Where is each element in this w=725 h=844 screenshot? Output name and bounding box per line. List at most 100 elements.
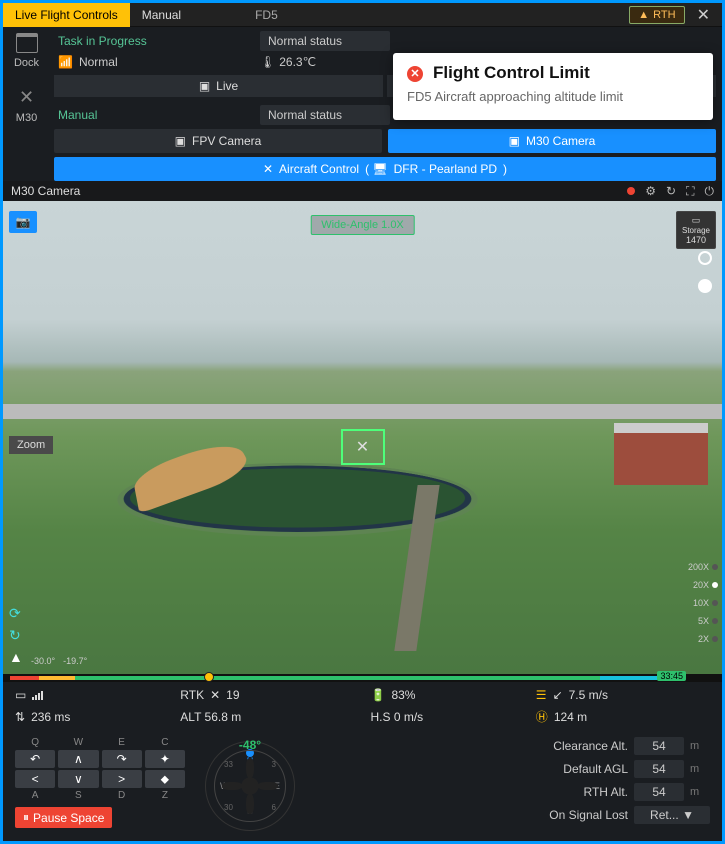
keylbl-d: D — [102, 790, 142, 801]
rtk-satellites: RTK✕19 — [180, 688, 354, 702]
progress-bar[interactable]: 33:45 — [3, 674, 722, 682]
live-label: Live — [216, 79, 238, 93]
fullscreen-icon[interactable]: ⛶ — [686, 184, 694, 199]
key-rotate-right[interactable]: ↷ — [102, 750, 142, 768]
storage-indicator: ▭ Storage 1470 — [676, 211, 716, 249]
pause-label: Pause Space — [33, 811, 104, 825]
video-header: M30 Camera ⚙ ↻ ⛶ ⏻ — [3, 181, 722, 201]
keylbl-c: C — [145, 737, 185, 748]
error-icon: ✕ — [407, 66, 423, 82]
nav-m30[interactable]: ✕ M30 — [16, 87, 37, 124]
home-distance: Ⓗ124 m — [536, 708, 710, 725]
target-reticle — [341, 429, 385, 465]
gimbal-down-icon[interactable]: ↻ — [9, 628, 27, 646]
record-icon[interactable] — [627, 187, 635, 195]
m30-status-pill: Normal status — [260, 105, 390, 125]
zoom-5x[interactable]: 5X — [698, 616, 718, 626]
aircraft-control-bar[interactable]: ✕ Aircraft Control ( 🖥 DFR - Pearland PD… — [54, 157, 716, 181]
wide-angle-label[interactable]: Wide-Angle 1.0X — [310, 215, 415, 235]
clearance-alt-field[interactable]: 54 — [634, 737, 684, 755]
pause-button[interactable]: ⏸ Pause Space — [15, 807, 112, 828]
rth-alt-field[interactable]: 54 — [634, 783, 684, 801]
signal-strength: ▭ — [15, 688, 164, 702]
key-right[interactable]: > — [102, 770, 142, 788]
keylbl-e: E — [102, 737, 142, 748]
drone-icon: ✕ — [19, 87, 34, 108]
tab-manual[interactable]: Manual — [130, 3, 193, 27]
zoom-10x[interactable]: 10X — [693, 598, 718, 608]
zoom-20x[interactable]: 20X — [693, 580, 718, 590]
aircraft-paren2: ) — [503, 162, 507, 176]
telemetry-bar: ▭ RTK✕19 🔋83% ☰↙7.5 m/s ⇅236 ms ALT 56.8… — [3, 682, 722, 731]
scene-road — [3, 404, 722, 418]
zoom-2x[interactable]: 2X — [698, 634, 718, 644]
progress-time: 33:45 — [657, 671, 686, 681]
key-rotate-left[interactable]: ↶ — [15, 750, 55, 768]
key-diamond[interactable]: ⬥ — [145, 770, 185, 788]
storage-label: Storage — [679, 226, 713, 235]
nav-dock[interactable]: Dock — [14, 33, 39, 69]
m30-manual-label: Manual — [54, 106, 254, 124]
clearance-alt-label: Clearance Alt. — [490, 739, 628, 753]
progress-knob[interactable] — [204, 672, 214, 682]
circle-outline-icon[interactable] — [698, 251, 712, 265]
m30-camera-button[interactable]: ▣ M30 Camera — [388, 129, 716, 153]
aircraft-control-label: Aircraft Control — [279, 162, 359, 176]
rth-alt-label: RTH Alt. — [490, 785, 628, 799]
temp-icon: 🌡 — [260, 55, 275, 69]
close-icon[interactable]: ✕ — [691, 5, 716, 25]
m30-cam-label: M30 Camera — [526, 134, 595, 148]
rth-alt-unit: m — [690, 786, 710, 798]
signal-lost-select[interactable]: Ret... ▼ — [634, 806, 710, 824]
aircraft-icon: ✕ — [263, 162, 273, 176]
latency: ⇅236 ms — [15, 708, 164, 725]
task-in-progress-label: Task in Progress — [54, 32, 254, 50]
video-feed: 📷 Wide-Angle 1.0X Zoom ▭ Storage 1470 20… — [3, 201, 722, 674]
zoom-scale[interactable]: 200X 20X 10X 5X 2X — [688, 562, 718, 644]
gimbal-lock-icon[interactable]: ▲ — [9, 650, 27, 668]
key-down[interactable]: ∨ — [58, 770, 98, 788]
key-left[interactable]: < — [15, 770, 55, 788]
rth-label: RTH — [653, 9, 675, 21]
rth-button[interactable]: ▲ RTH — [629, 6, 684, 24]
alert-title: Flight Control Limit — [433, 63, 590, 82]
keypad: Q W E C ↶ ∧ ↷ ✦ < ∨ > ⬥ A — [15, 737, 185, 828]
keylbl-q: Q — [15, 737, 55, 748]
gimbal-controls[interactable]: ⟳ ↻ ▲ — [9, 606, 27, 668]
default-agl-field[interactable]: 54 — [634, 760, 684, 778]
zoom-button[interactable]: Zoom — [9, 436, 53, 454]
aircraft-dfr: DFR - Pearland PD — [394, 162, 497, 176]
aircraft-paren: ( 🖥 — [365, 162, 388, 176]
zoom-200x[interactable]: 200X — [688, 562, 718, 572]
top-tab-bar: Live Flight Controls Manual FD5 ▲ RTH ✕ — [3, 3, 722, 27]
alert-popup: ✕ Flight Control Limit FD5 Aircraft appro… — [393, 53, 713, 120]
key-up[interactable]: ∧ — [58, 750, 98, 768]
storage-value: 1470 — [679, 235, 713, 245]
fpv-label: FPV Camera — [192, 134, 261, 148]
tab-fd5[interactable]: FD5 — [243, 3, 290, 27]
dock-icon — [16, 33, 38, 53]
dock-temp: 26.3℃ — [279, 55, 316, 69]
key-c[interactable]: ✦ — [145, 750, 185, 768]
alert-body: FD5 Aircraft approaching altitude limit — [407, 89, 699, 104]
gear-icon[interactable]: ⚙ — [645, 184, 656, 198]
rth-icon: ▲ — [638, 9, 649, 21]
compass-rotor-icon — [230, 766, 270, 806]
live-bar[interactable]: ▣ Live — [54, 75, 383, 97]
camera-button[interactable]: 📷 — [9, 211, 37, 233]
fpv-icon: ▣ — [175, 134, 186, 148]
gimbal-reset-icon[interactable]: ⟳ — [9, 606, 27, 624]
fpv-camera-button[interactable]: ▣ FPV Camera — [54, 129, 382, 153]
power-icon[interactable]: ⏻ — [705, 184, 715, 199]
circle-filled-icon[interactable] — [698, 279, 712, 293]
clearance-unit: m — [690, 740, 710, 752]
default-agl-label: Default AGL — [490, 762, 628, 776]
video-title: M30 Camera — [11, 184, 80, 198]
refresh-icon[interactable]: ↻ — [666, 184, 676, 198]
bottom-controls: Q W E C ↶ ∧ ↷ ✦ < ∨ > ⬥ A — [3, 731, 722, 841]
nav-m30-label: M30 — [16, 112, 37, 124]
signal-lost-label: On Signal Lost — [490, 808, 628, 822]
dock-mode: Normal — [79, 55, 118, 69]
tab-live-flight[interactable]: Live Flight Controls — [3, 3, 130, 27]
keylbl-w: W — [58, 737, 98, 748]
